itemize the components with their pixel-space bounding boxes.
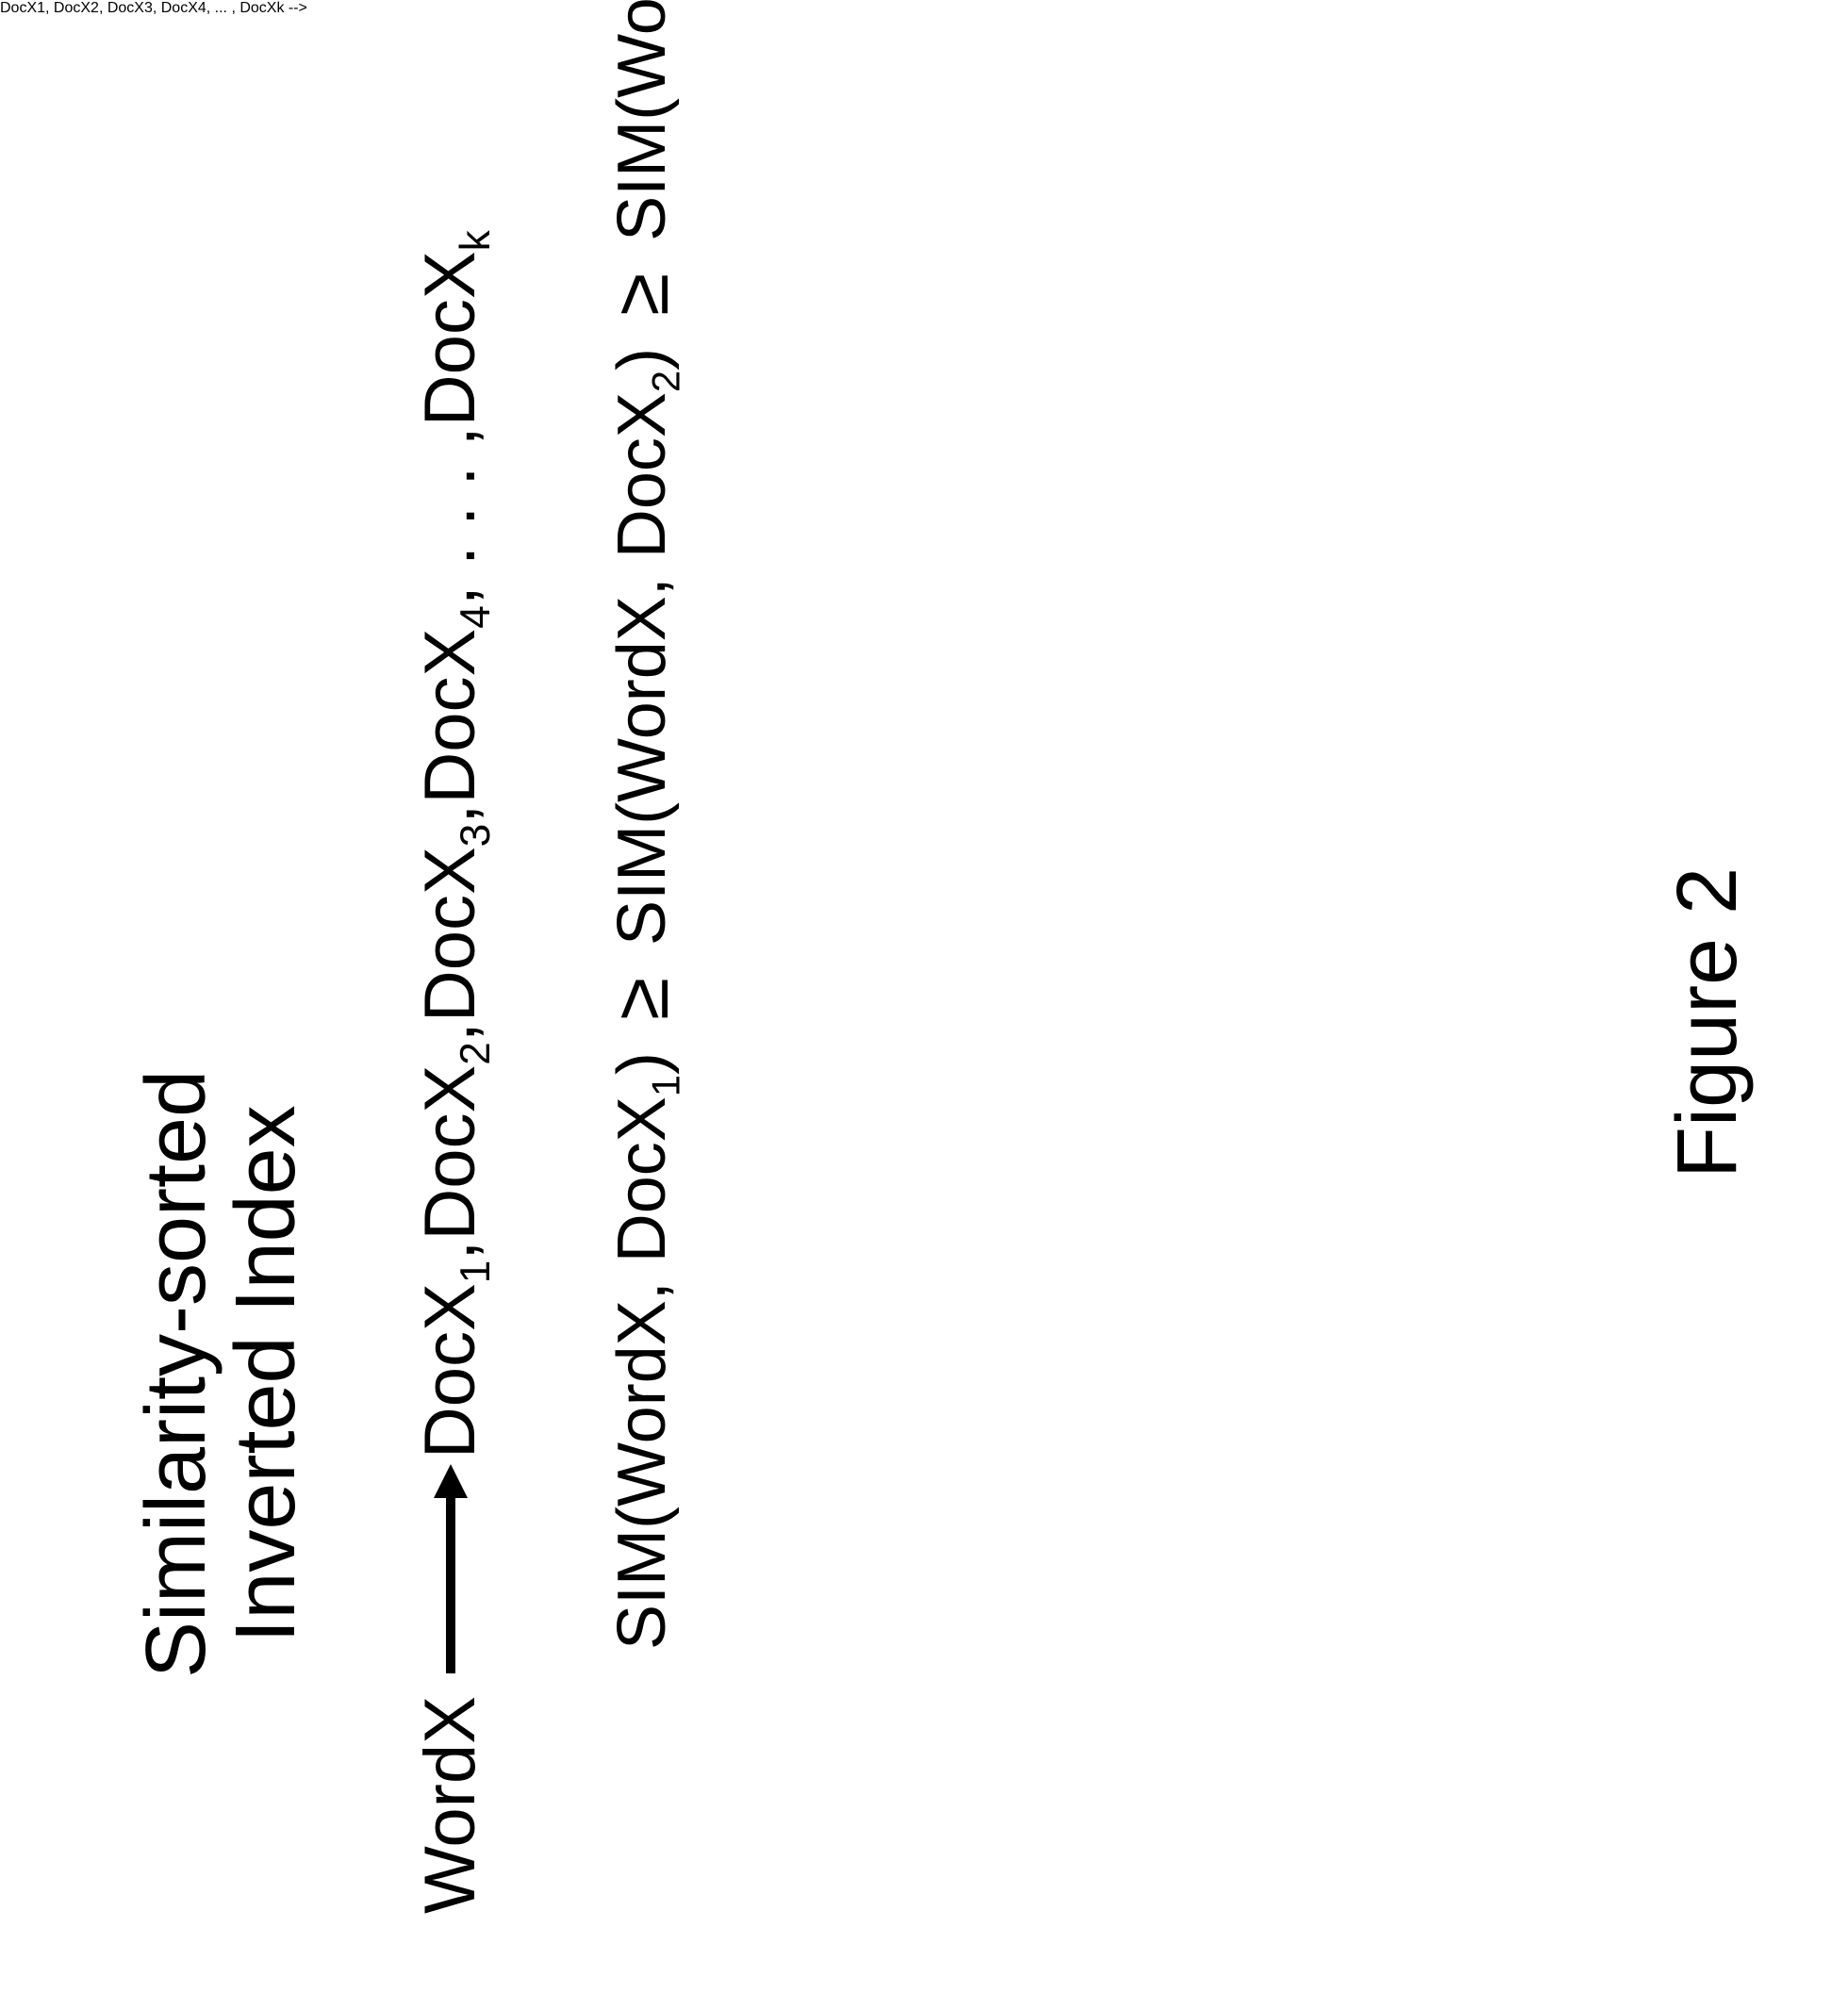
doc-3: DocX3 <box>415 824 487 1022</box>
sim-term-1: SIM(WordX, DocX1) <box>608 1052 676 1650</box>
index-word: WordX <box>415 1696 487 1914</box>
diagram-canvas: Similarity-sorted Inverted Index DocX1 , … <box>0 0 1848 1993</box>
title-line-2: Inverted Index <box>222 1105 311 1642</box>
figure-caption: Figure 2 <box>1659 867 1757 1178</box>
sim-term-2: SIM(WordX, DocX2) <box>608 348 676 946</box>
sim-term-3: SIM(WordX, DocX3) <box>608 0 676 241</box>
doc-4: DocX4 <box>415 605 487 803</box>
doc-k: DocXk <box>415 230 487 426</box>
doc-2: DocX2 <box>415 1042 487 1240</box>
doc-ellipsis: , . . . , <box>415 426 487 605</box>
sim-ordering: SIM(WordX, DocX1) ≥ SIM(WordX, DocX2) ≥ … <box>603 0 681 1650</box>
doc-1: DocX1 <box>415 1260 487 1458</box>
inverted-index-entry: WordX DocX1 , DocX2 , DocX3 , DocX4 , . … <box>415 230 487 1914</box>
diagram-title: Similarity-sorted Inverted Index <box>132 1070 310 1678</box>
title-line-1: Similarity-sorted <box>132 1070 222 1678</box>
ge-icon: ≥ <box>603 241 681 348</box>
ge-icon: ≥ <box>603 946 681 1052</box>
arrow-icon <box>422 1464 479 1681</box>
